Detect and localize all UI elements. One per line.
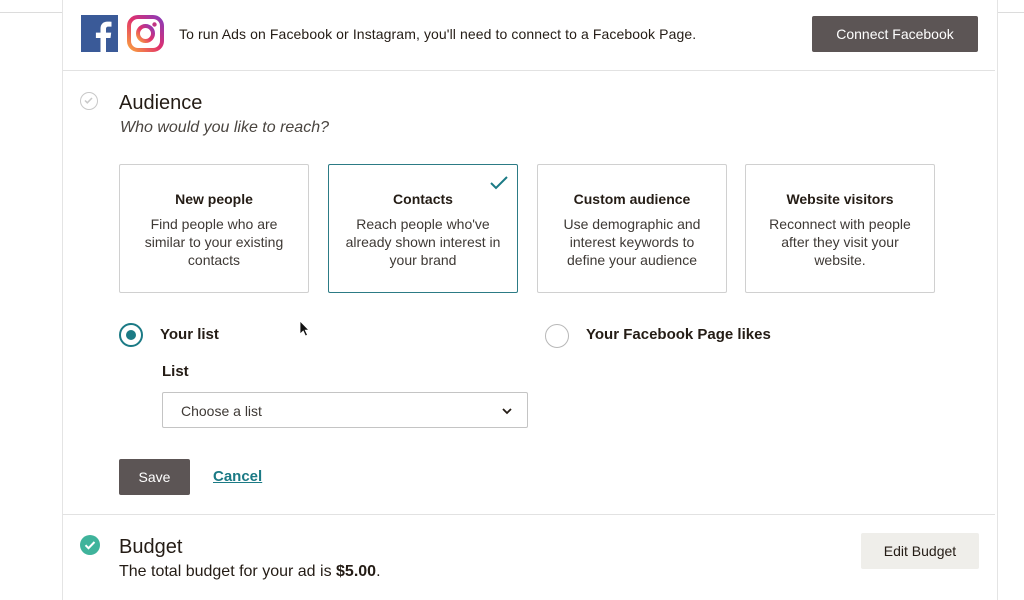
section-divider — [63, 70, 995, 71]
your-list-label: Your list — [160, 326, 219, 343]
facebook-page-likes-radio[interactable] — [545, 324, 569, 348]
card-title: Contacts — [393, 191, 453, 207]
audience-card-contacts[interactable]: Contacts Reach people who've already sho… — [328, 164, 518, 293]
edit-budget-button[interactable]: Edit Budget — [861, 533, 979, 569]
audience-title: Audience — [119, 92, 203, 114]
chevron-down-icon — [502, 408, 512, 415]
facebook-icon — [81, 15, 118, 52]
your-list-radio[interactable] — [119, 323, 143, 347]
cancel-link[interactable]: Cancel — [213, 468, 262, 485]
checkmark-icon — [490, 176, 508, 190]
budget-text-suffix: . — [376, 563, 381, 580]
budget-complete-icon — [80, 535, 100, 555]
facebook-connect-notice: To run Ads on Facebook or Instagram, you… — [179, 26, 697, 42]
list-label: List — [162, 363, 189, 380]
budget-title: Budget — [119, 536, 183, 558]
facebook-page-likes-label: Your Facebook Page likes — [586, 326, 771, 343]
card-description: Reach people who've already shown intere… — [345, 216, 501, 268]
save-button[interactable]: Save — [119, 459, 190, 495]
card-description: Reconnect with people after they visit y… — [769, 216, 911, 268]
budget-amount: $5.00 — [336, 563, 377, 580]
list-select-value: Choose a list — [181, 403, 262, 419]
audience-subtitle: Who would you like to reach? — [120, 119, 329, 136]
section-divider — [63, 514, 995, 515]
audience-status-icon — [80, 92, 98, 110]
card-title: Custom audience — [573, 191, 691, 207]
instagram-icon — [127, 15, 164, 52]
card-title: New people — [175, 191, 253, 207]
audience-card-custom-audience[interactable]: Custom audience Use demographic and inte… — [537, 164, 727, 293]
audience-card-new-people[interactable]: New people Find people who are similar t… — [119, 164, 309, 293]
card-title: Website visitors — [786, 191, 894, 207]
card-description: Use demographic and interest keywords to… — [563, 216, 701, 268]
audience-card-website-visitors[interactable]: Website visitors Reconnect with people a… — [745, 164, 935, 293]
card-description: Find people who are similar to your exis… — [144, 216, 284, 268]
connect-facebook-button[interactable]: Connect Facebook — [812, 16, 978, 52]
mouse-pointer-icon — [299, 320, 310, 337]
campaign-panel — [62, 0, 998, 600]
list-select[interactable]: Choose a list — [162, 392, 528, 428]
budget-text-prefix: The total budget for your ad is — [119, 563, 337, 580]
budget-summary: The total budget for your ad is $5.00. — [119, 563, 381, 581]
